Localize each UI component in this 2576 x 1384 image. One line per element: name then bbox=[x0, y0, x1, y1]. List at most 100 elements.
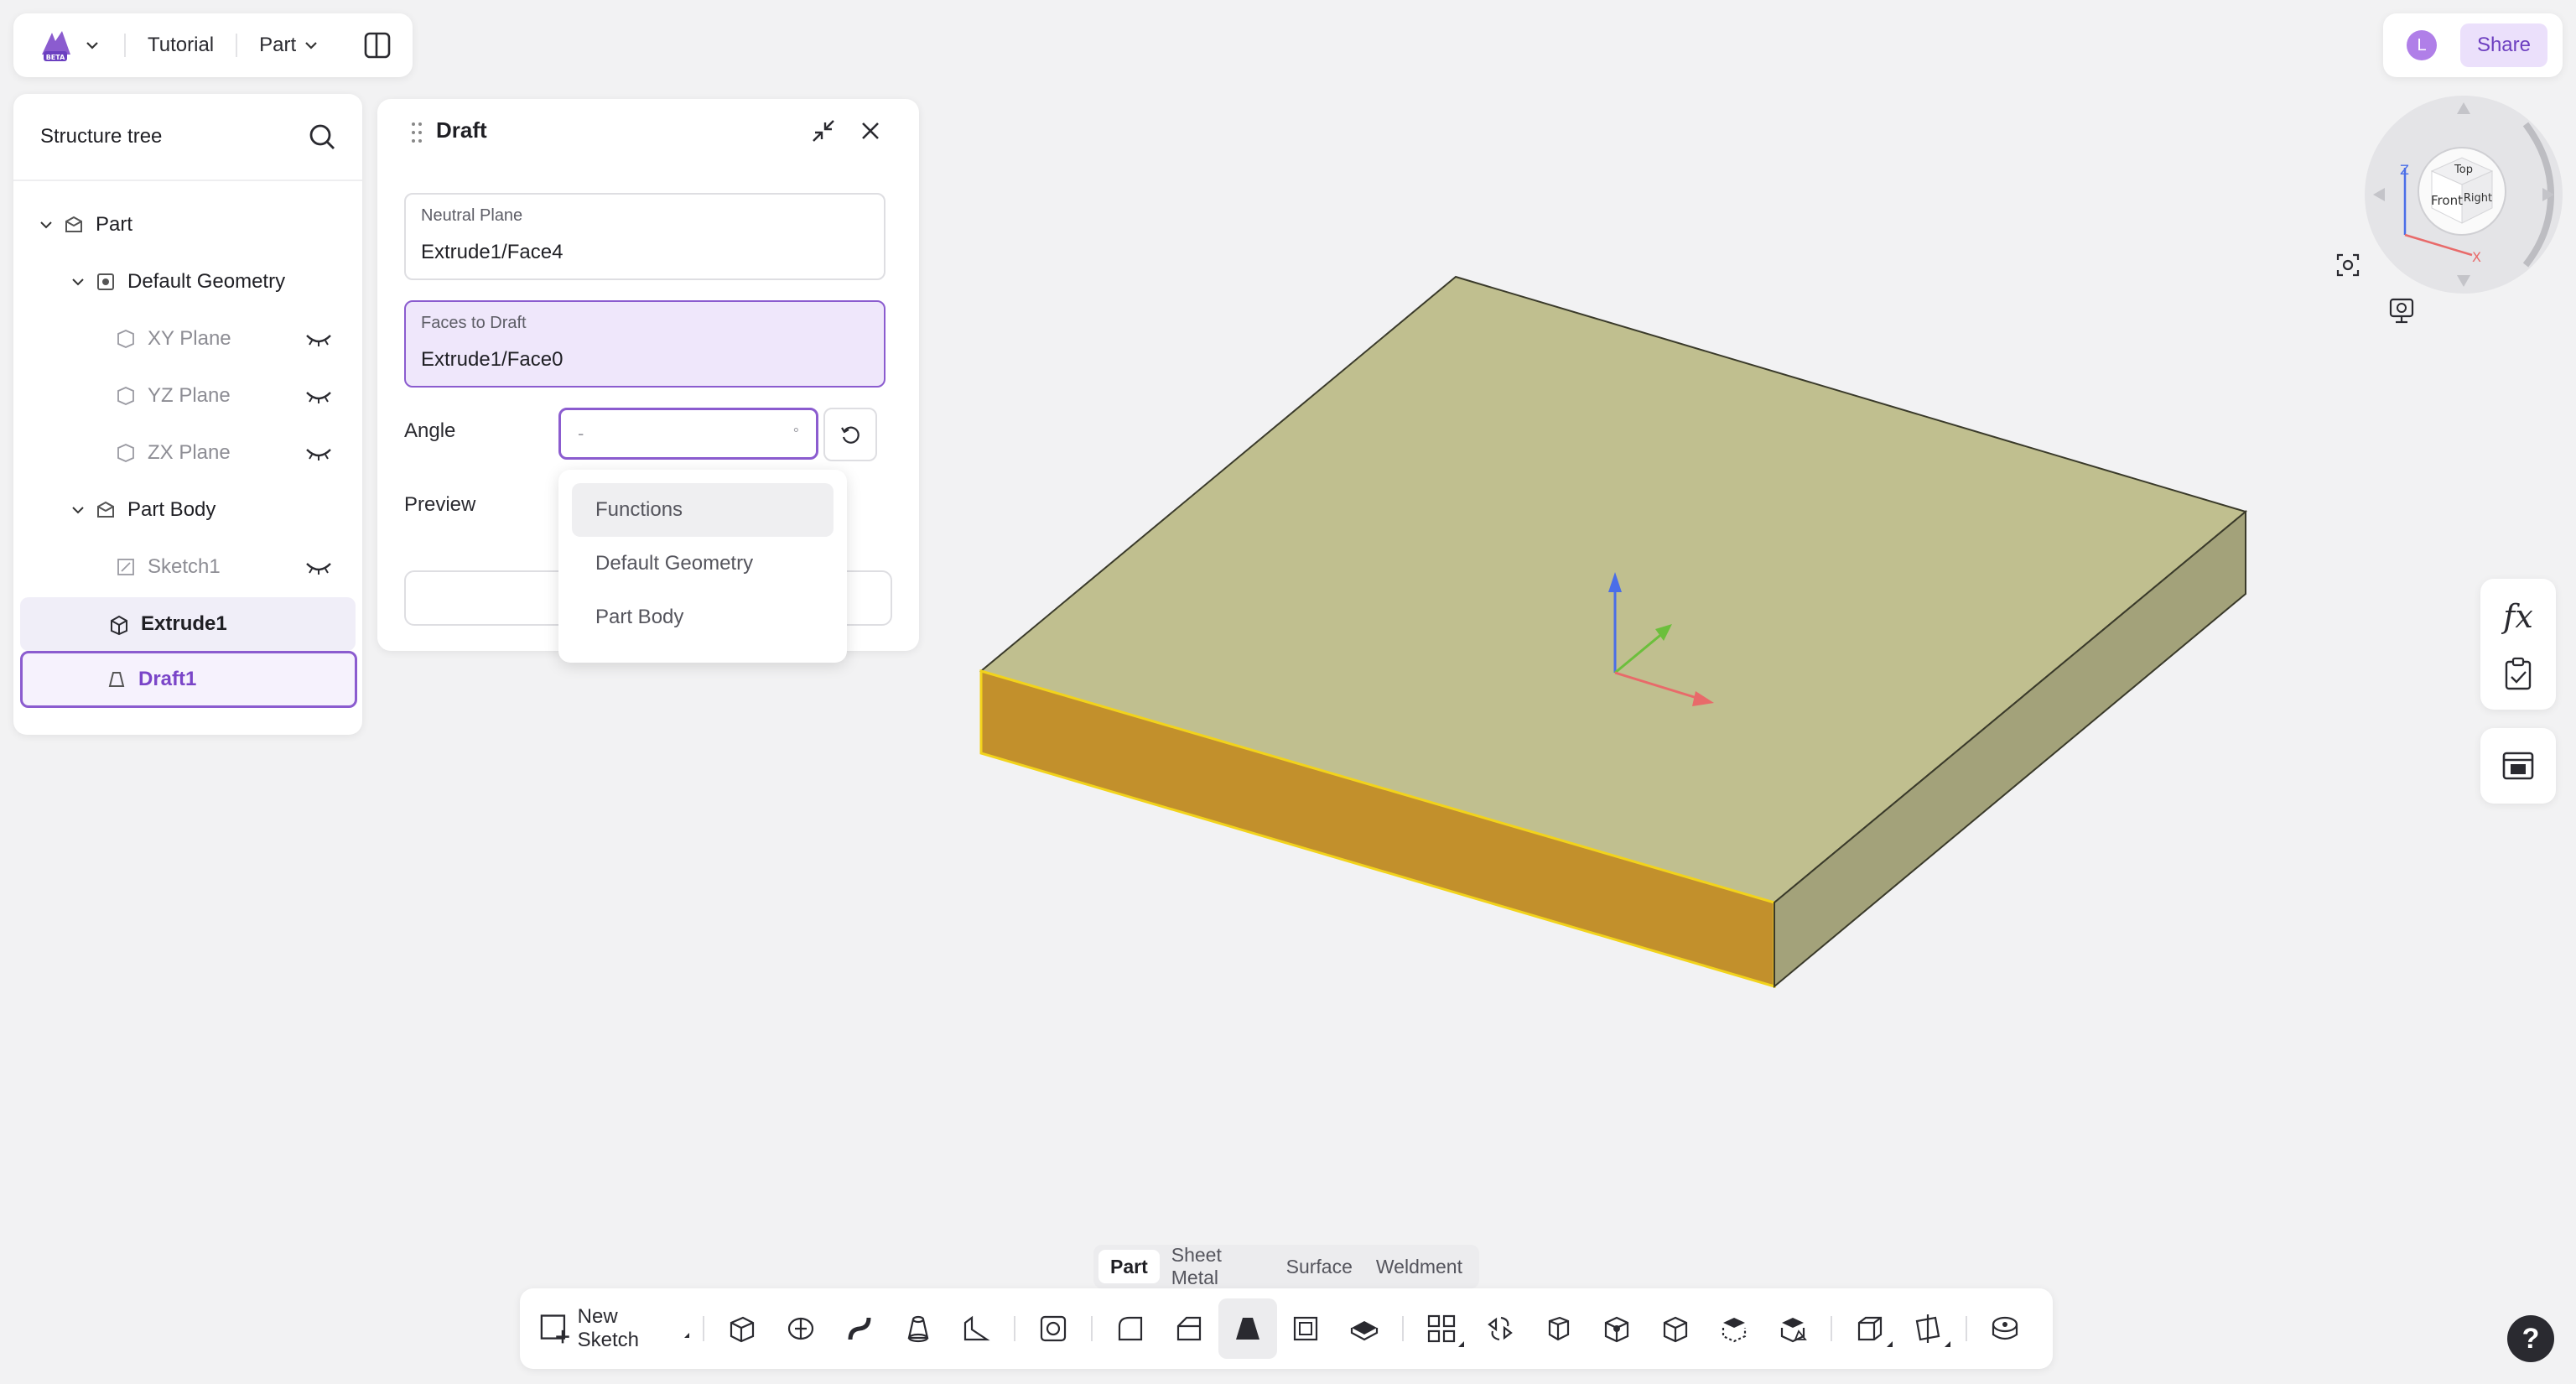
field-value: Extrude1/Face0 bbox=[421, 348, 564, 371]
extrude-tool[interactable] bbox=[713, 1298, 771, 1359]
tree-item-extrude1[interactable]: Extrude1 bbox=[20, 597, 356, 651]
tree-item-xy-plane[interactable]: XY Plane bbox=[20, 312, 356, 366]
section-tool[interactable] bbox=[1763, 1298, 1822, 1359]
tab-weldment[interactable]: Weldment bbox=[1364, 1250, 1474, 1283]
sweep-tool[interactable] bbox=[830, 1298, 889, 1359]
fit-view-icon[interactable] bbox=[2336, 253, 2360, 277]
avatar[interactable]: L bbox=[2407, 30, 2437, 60]
toolbar-divider bbox=[1402, 1316, 1405, 1341]
sweep-icon bbox=[848, 1317, 871, 1340]
clipboard-check-icon[interactable] bbox=[2503, 657, 2533, 690]
panel-toggle-icon[interactable] bbox=[362, 30, 392, 60]
boolean-tool[interactable] bbox=[1588, 1298, 1647, 1359]
project-name[interactable]: Tutorial bbox=[148, 34, 214, 57]
search-icon[interactable] bbox=[307, 122, 337, 152]
pattern-tool[interactable] bbox=[1412, 1298, 1471, 1359]
tree-item-yz-plane[interactable]: YZ Plane bbox=[20, 369, 356, 423]
chevron-down-icon[interactable] bbox=[37, 216, 55, 234]
hidden-eye-icon[interactable] bbox=[304, 386, 334, 406]
tree-item-default-geometry[interactable]: Default Geometry bbox=[20, 255, 356, 309]
tab-surface[interactable]: Surface bbox=[1275, 1250, 1364, 1283]
plane-icon bbox=[117, 444, 134, 462]
view-cube[interactable]: Top Front Right bbox=[2418, 147, 2506, 236]
view-mode-tool[interactable] bbox=[1841, 1298, 1899, 1359]
hidden-eye-icon[interactable] bbox=[304, 329, 334, 349]
part-body-model[interactable] bbox=[979, 275, 2248, 989]
loft-tool[interactable] bbox=[889, 1298, 948, 1359]
mirror-icon bbox=[1487, 1316, 1513, 1341]
help-button[interactable]: ? bbox=[2507, 1315, 2554, 1362]
field-value: Extrude1/Face4 bbox=[421, 241, 564, 263]
close-icon[interactable] bbox=[855, 116, 886, 146]
tab-sheet-metal[interactable]: Sheet Metal bbox=[1160, 1244, 1275, 1288]
tree-item-label: ZX Plane bbox=[148, 441, 231, 464]
rib-tool[interactable] bbox=[948, 1298, 1006, 1359]
part-icon bbox=[65, 216, 82, 232]
draft-icon bbox=[1235, 1318, 1259, 1340]
tree-item-zx-plane[interactable]: ZX Plane bbox=[20, 426, 356, 480]
functions-button[interactable]: fx bbox=[2503, 598, 2533, 635]
faces-to-draft-field[interactable]: Faces to Draft Extrude1/Face0 bbox=[404, 300, 886, 388]
split-tool[interactable] bbox=[1705, 1298, 1763, 1359]
hidden-eye-icon[interactable] bbox=[304, 557, 334, 577]
toolbar-divider bbox=[703, 1316, 705, 1341]
dropdown-indicator bbox=[684, 1333, 690, 1338]
tree-item-part-body[interactable]: Part Body bbox=[20, 483, 356, 537]
share-button[interactable]: Share bbox=[2459, 23, 2547, 67]
angle-input[interactable]: - ° bbox=[558, 408, 818, 460]
draft-tool[interactable] bbox=[1218, 1298, 1277, 1359]
cube-face-front[interactable]: Front bbox=[2431, 193, 2463, 208]
shell-icon bbox=[1294, 1316, 1318, 1341]
table-icon[interactable] bbox=[2501, 749, 2535, 783]
document-selector[interactable]: Part bbox=[259, 34, 321, 57]
chevron-down-icon[interactable] bbox=[69, 273, 87, 291]
split-icon bbox=[1722, 1318, 1747, 1343]
revolve-icon bbox=[787, 1317, 814, 1340]
box-tool[interactable] bbox=[1646, 1298, 1705, 1359]
app-logo[interactable]: BETA bbox=[35, 24, 77, 66]
hole-tool[interactable] bbox=[1024, 1298, 1083, 1359]
tree-item-part[interactable]: Part bbox=[20, 198, 356, 252]
panel-title: Draft bbox=[436, 117, 487, 143]
reference-plane-tool[interactable] bbox=[1899, 1298, 1958, 1359]
chevron-down-icon[interactable] bbox=[82, 35, 102, 55]
drag-handle-icon[interactable] bbox=[411, 121, 423, 144]
shell-tool[interactable] bbox=[1277, 1298, 1336, 1359]
tree-item-label: Draft1 bbox=[138, 668, 197, 690]
move-body-icon bbox=[1548, 1316, 1569, 1341]
chevron-down-icon[interactable] bbox=[69, 501, 87, 519]
extrude-icon bbox=[730, 1316, 755, 1343]
view-mode-icon bbox=[1857, 1316, 1882, 1341]
toolbar-divider bbox=[1830, 1316, 1832, 1341]
new-sketch-button[interactable]: New Sketch bbox=[538, 1305, 690, 1352]
fillet-tool[interactable] bbox=[1101, 1298, 1160, 1359]
revolve-tool[interactable] bbox=[771, 1298, 830, 1359]
body-icon bbox=[97, 501, 114, 518]
menu-item-part-body[interactable]: Part Body bbox=[572, 591, 834, 644]
move-body-tool[interactable] bbox=[1530, 1298, 1588, 1359]
new-sketch-label: New Sketch bbox=[577, 1305, 640, 1351]
menu-item-default-geometry[interactable]: Default Geometry bbox=[572, 537, 834, 591]
menu-item-functions[interactable]: Functions bbox=[572, 483, 834, 537]
hidden-eye-icon[interactable] bbox=[304, 443, 334, 463]
measure-tool[interactable] bbox=[1976, 1298, 2034, 1359]
divider bbox=[236, 34, 238, 57]
thicken-tool[interactable] bbox=[1335, 1298, 1394, 1359]
extrude-icon bbox=[111, 615, 127, 636]
cube-face-right[interactable]: Right bbox=[2464, 192, 2492, 205]
tree-item-draft1[interactable]: Draft1 bbox=[20, 651, 357, 708]
tree-item-label: Sketch1 bbox=[148, 555, 221, 578]
tree-item-sketch1[interactable]: Sketch1 bbox=[20, 540, 356, 594]
display-mode-icon[interactable] bbox=[2389, 298, 2414, 324]
geometry-group-icon bbox=[97, 273, 114, 290]
mirror-tool[interactable] bbox=[1471, 1298, 1530, 1359]
tab-part[interactable]: Part bbox=[1098, 1250, 1160, 1283]
collapse-icon[interactable] bbox=[808, 116, 839, 146]
cube-face-top[interactable]: Top bbox=[2454, 164, 2473, 176]
reset-angle-button[interactable] bbox=[823, 408, 877, 461]
chamfer-tool[interactable] bbox=[1160, 1298, 1218, 1359]
svg-text:BETA: BETA bbox=[46, 54, 65, 61]
box-icon bbox=[1664, 1316, 1688, 1343]
dropdown-indicator bbox=[1457, 1341, 1464, 1347]
neutral-plane-field[interactable]: Neutral Plane Extrude1/Face4 bbox=[404, 193, 886, 280]
